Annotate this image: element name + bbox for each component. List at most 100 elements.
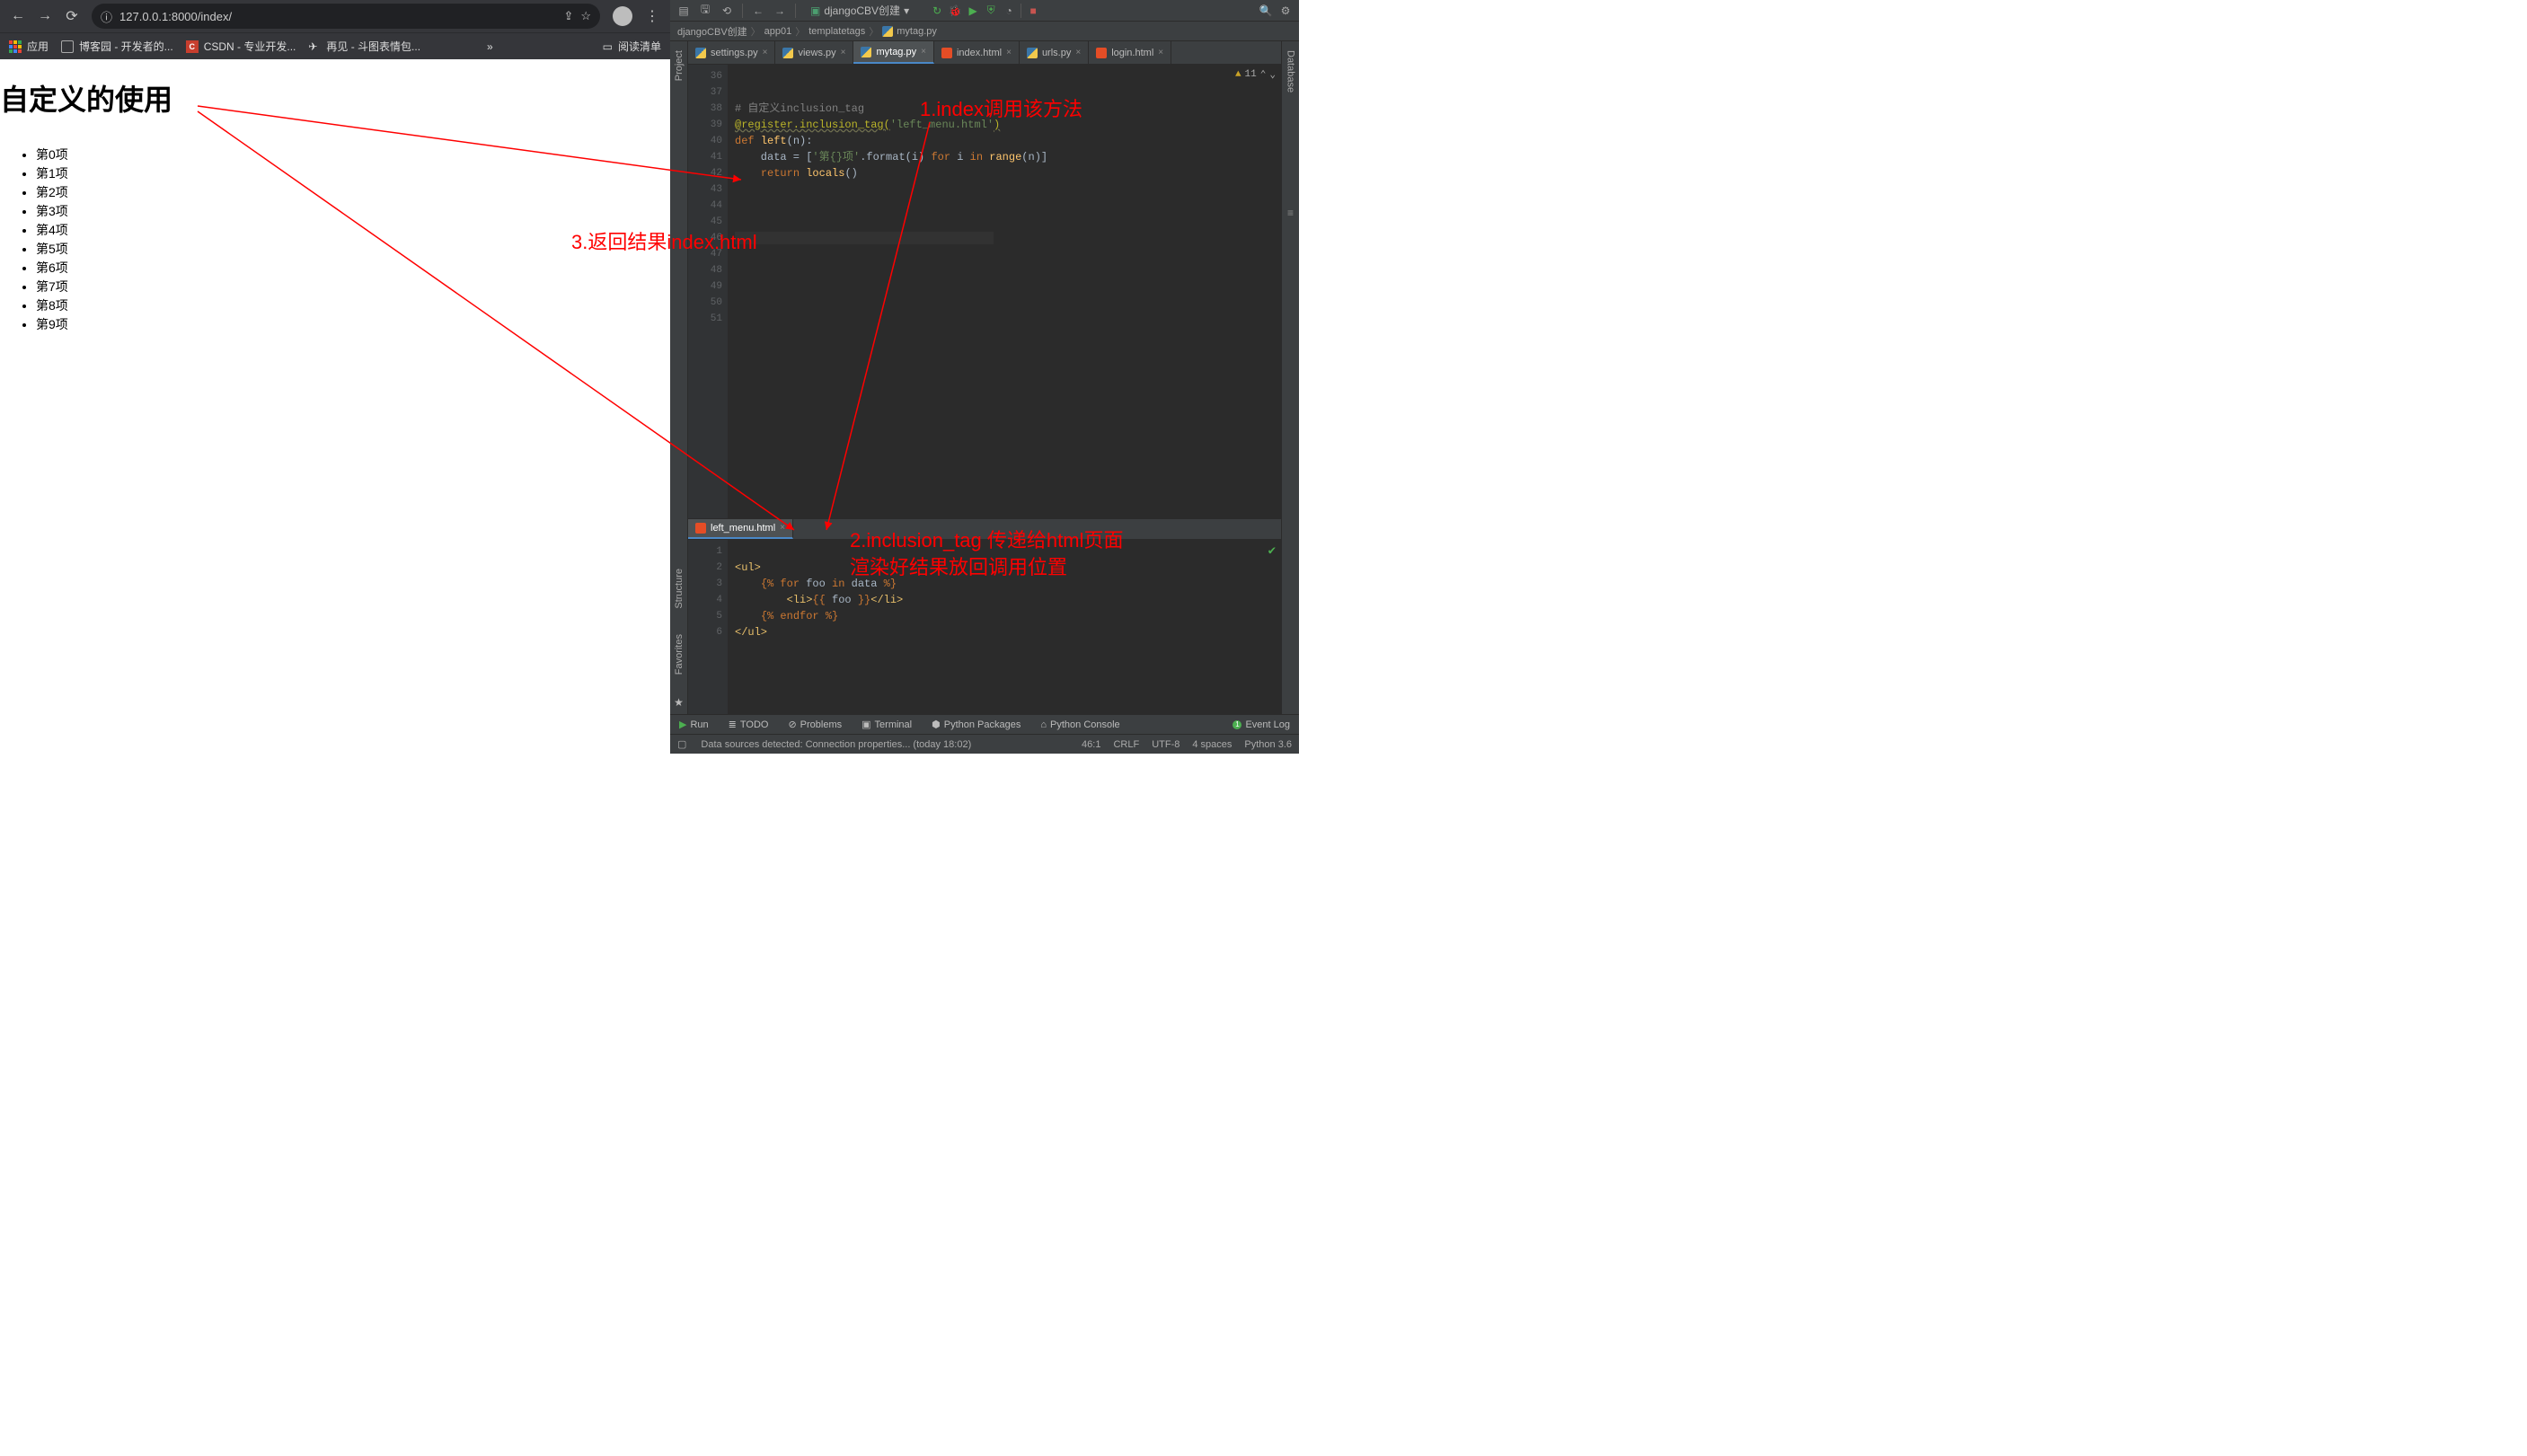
forward-icon[interactable]: → [38,9,52,23]
close-icon[interactable]: × [780,523,785,533]
inspection-widget[interactable]: ▲ 11 ⌃ ⌄ [1235,68,1276,81]
profile-avatar-icon[interactable] [613,6,632,26]
item-list: 第0项 第1项 第2项 第3项 第4项 第5项 第6项 第7项 第8项 第9项 [36,146,670,334]
run-icon[interactable]: ▶ [967,4,979,17]
favorites-star-icon: ★ [674,696,684,709]
tab-views[interactable]: views.py× [775,41,853,64]
editor-area: settings.py× views.py× mytag.py× index.h… [688,41,1281,714]
rerun-icon[interactable]: ↻ [931,4,943,17]
python-interpreter[interactable]: Python 3.6 [1244,739,1292,750]
browser-window: ← → ⟳ ⓘ 127.0.0.1:8000/index/ ⇪ ☆ ⋮ 应用 博… [0,0,670,754]
close-icon[interactable]: × [921,47,926,57]
bookmark-doutu[interactable]: ✈ 再见 - 斗图表情包... [308,39,420,54]
breadcrumb-item[interactable]: djangoCBV创建 [677,24,747,39]
reading-list-button[interactable]: ▭ 阅读清单 [603,39,661,54]
settings-icon[interactable]: ⚙ [1279,4,1292,17]
code-area[interactable]: <ul> {% for foo in data %} <li>{{ foo }}… [728,540,1281,714]
debug-icon[interactable]: 🐞 [949,4,961,17]
database-tool-tab[interactable]: Database [1286,47,1296,96]
bookmarks-overflow-icon[interactable]: » [487,40,493,53]
editor-left-menu[interactable]: 123456 <ul> {% for foo in data %} <li>{{… [688,540,1281,714]
undo-icon[interactable]: ← [752,4,764,17]
todo-tool[interactable]: ≣TODO [729,719,769,730]
bottom-tool-bar: ▶Run ≣TODO ⊘Problems ▣Terminal ⬢Python P… [670,714,1299,734]
breadcrumb-item[interactable]: mytag.py [897,26,937,37]
list-item: 第6项 [36,259,670,278]
cnblogs-icon [61,40,74,53]
right-tool-strip: Database ≡ [1281,41,1299,714]
close-icon[interactable]: × [763,48,768,57]
breadcrumb-item[interactable]: templatetags [808,26,865,37]
search-everywhere-icon[interactable]: 🔍 [1259,4,1272,17]
code-area[interactable]: # 自定义inclusion_tag @register.inclusion_t… [728,65,1281,518]
close-icon[interactable]: × [1158,48,1163,57]
editor-mytag[interactable]: 36373839404142434445464748495051 # 自定义in… [688,65,1281,518]
packages-tool[interactable]: ⬢Python Packages [932,719,1021,730]
open-icon[interactable]: ▤ [677,4,690,17]
warning-icon: ▲ [1235,69,1241,80]
list-item: 第3项 [36,202,670,221]
django-icon: ▣ [810,4,820,17]
status-bar: ▢ Data sources detected: Connection prop… [670,734,1299,754]
tab-left-menu[interactable]: left_menu.html× [688,519,793,539]
python-file-icon [782,48,793,58]
console-tool[interactable]: ⌂Python Console [1040,719,1119,730]
coverage-icon[interactable]: ⛨ [985,4,997,17]
problems-tool[interactable]: ⊘Problems [788,719,842,730]
run-tool[interactable]: ▶Run [679,719,709,730]
caret-position[interactable]: 46:1 [1082,739,1100,750]
separator [795,4,796,18]
project-tool-tab[interactable]: Project [674,47,685,84]
share-icon[interactable]: ⇪ [563,9,573,23]
tool-window-icon[interactable]: ▢ [677,738,686,750]
page-title: 自定义的使用 [0,77,670,119]
close-icon[interactable]: × [1006,48,1012,57]
favorites-tool-tab[interactable]: Favorites [674,631,685,678]
tab-index-html[interactable]: index.html× [934,41,1020,64]
list-item: 第4项 [36,221,670,240]
profile-icon[interactable]: ◔ [1003,4,1015,17]
editor-split: 36373839404142434445464748495051 # 自定义in… [688,65,1281,714]
bookmark-star-icon[interactable]: ☆ [580,9,591,23]
tab-login-html[interactable]: login.html× [1089,41,1171,64]
breadcrumb-item[interactable]: app01 [764,26,792,37]
back-icon[interactable]: ← [11,9,25,23]
indent-setting[interactable]: 4 spaces [1192,739,1232,750]
save-icon[interactable]: 🖫 [699,4,711,17]
close-icon[interactable]: × [841,48,846,57]
status-message: Data sources detected: Connection proper… [701,739,971,750]
tab-urls[interactable]: urls.py× [1020,41,1089,64]
terminal-tool[interactable]: ▣Terminal [861,719,912,730]
sync-icon[interactable]: ⟲ [720,4,733,17]
bookmark-csdn[interactable]: C CSDN - 专业开发... [186,39,296,54]
chevron-down-icon[interactable]: ⌄ [1269,68,1276,81]
python-file-icon [882,26,893,37]
problems-icon: ⊘ [788,719,796,730]
structure-tool-tab[interactable]: Structure [674,565,685,613]
url-text: 127.0.0.1:8000/index/ [119,10,556,23]
html-file-icon [695,523,706,534]
gutter: 123456 [688,540,728,714]
line-separator[interactable]: CRLF [1113,739,1139,750]
redo-icon[interactable]: → [773,4,786,17]
chevron-down-icon: ▾ [904,4,909,17]
chevron-up-icon[interactable]: ⌃ [1260,68,1267,81]
tab-settings[interactable]: settings.py× [688,41,775,64]
bookmark-blog[interactable]: 博客园 - 开发者的... [61,39,173,54]
list-item: 第5项 [36,240,670,259]
python-console-icon: ⌂ [1040,719,1047,730]
apps-shortcut[interactable]: 应用 [9,39,49,54]
file-encoding[interactable]: UTF-8 [1152,739,1180,750]
address-bar[interactable]: ⓘ 127.0.0.1:8000/index/ ⇪ ☆ [92,4,600,29]
menu-icon[interactable]: ⋮ [645,9,659,23]
separator [742,4,743,18]
collapse-icon[interactable]: ≡ [1287,207,1294,219]
stop-icon[interactable]: ■ [1027,4,1039,17]
close-icon[interactable]: × [1075,48,1081,57]
info-icon[interactable]: ⓘ [101,8,112,25]
run-config-selector[interactable]: ▣ djangoCBV创建 ▾ [805,3,914,18]
event-log-tool[interactable]: 1Event Log [1233,719,1290,730]
reload-icon[interactable]: ⟳ [65,9,79,23]
python-file-icon [861,47,871,57]
tab-mytag[interactable]: mytag.py× [853,41,933,64]
